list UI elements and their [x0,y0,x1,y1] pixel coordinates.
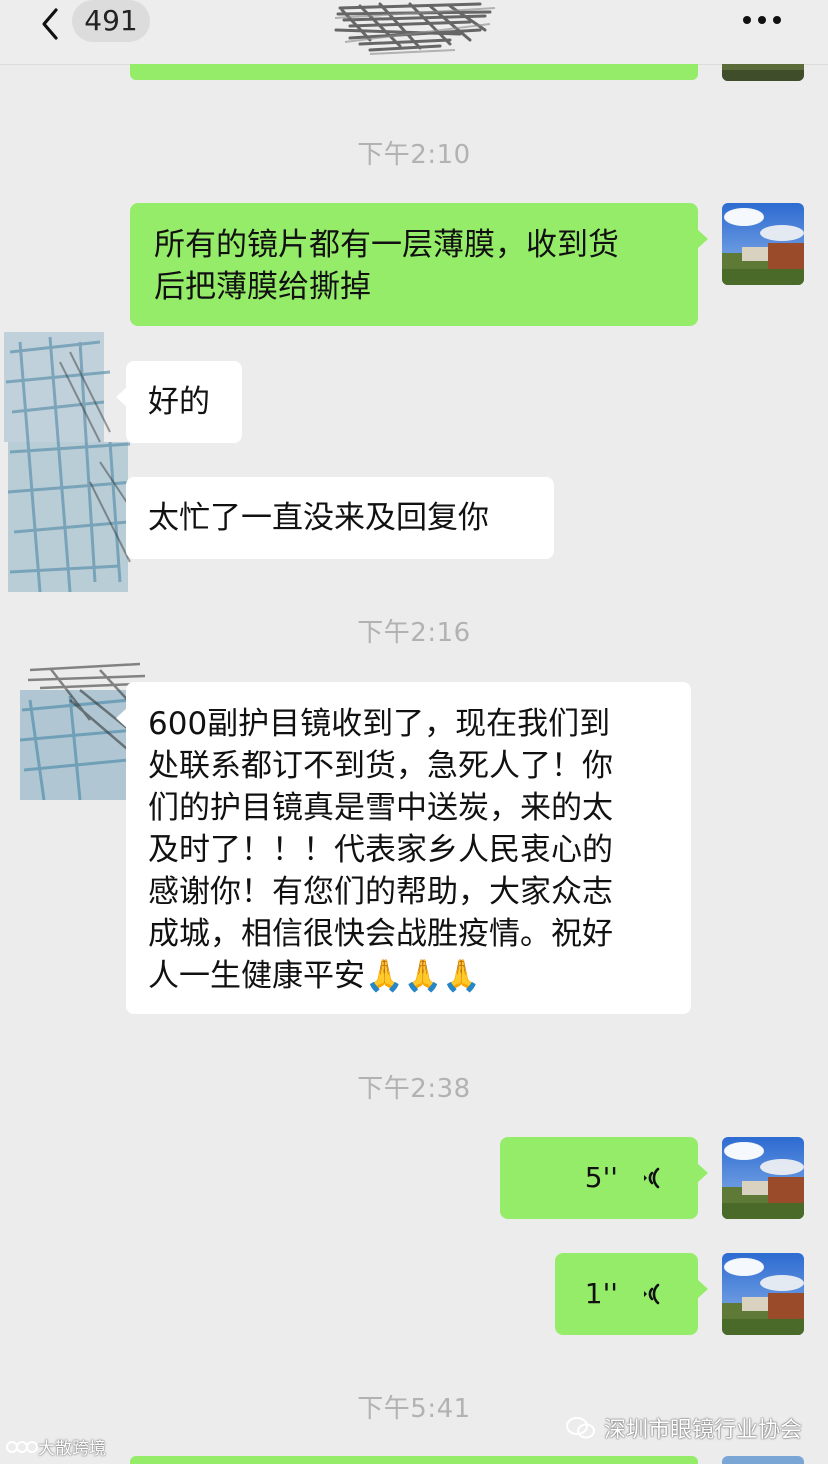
own-avatar-cut[interactable] [722,1456,804,1464]
watermark-left: 大散跨境 [6,1434,106,1459]
watermark-text: 深圳市眼镜行业协会 [603,1418,802,1443]
received-message-bubble[interactable]: 太忙了一直没来及回复你 [126,477,554,559]
received-message-bubble[interactable]: 好的 [116,361,242,443]
own-avatar-cut[interactable] [722,64,804,81]
message-text-line: 感谢你！有您们的帮助，大家众志 [148,874,613,910]
timestamp: 下午2:10 [357,140,471,170]
message-text-line: 后把薄膜给撕掉 [154,269,371,305]
wechat-logo-icon [565,1417,595,1439]
chevron-left-icon [42,8,58,40]
more-dots-icon [743,16,781,24]
voice-duration: 1'' [584,1277,618,1310]
message-text-line: 所有的镜片都有一层薄膜，收到货 [154,227,619,263]
back-button[interactable] [34,6,70,42]
next-sent-bubble-cut[interactable] [130,1456,698,1464]
message-text-line: 及时了！！！代表家乡人民衷心的 [148,832,613,868]
sent-message-bubble[interactable]: 所有的镜片都有一层薄膜，收到货 后把薄膜给撕掉 [130,203,708,326]
message-text-line: 人一生健康平安🙏🙏🙏 [148,955,669,997]
received-message-bubble[interactable]: 600副护目镜收到了，现在我们到 处联系都订不到货，急死人了！你 们的护目镜真是… [116,682,691,1014]
own-avatar[interactable] [722,1137,804,1219]
message-text: 太忙了一直没来及回复你 [148,500,489,536]
own-avatar[interactable] [722,203,804,285]
voice-message-bubble[interactable]: 1'' [555,1253,708,1335]
timestamp: 下午2:38 [357,1074,471,1104]
previous-sent-bubble-cut[interactable] [130,64,698,80]
voice-wave-icon [644,1283,660,1305]
watermark-text: 大散跨境 [38,1439,106,1459]
message-text-line: 们的护目镜真是雪中送炭，来的太 [148,790,613,826]
own-avatar[interactable] [722,1253,804,1335]
voice-duration: 5'' [584,1161,618,1194]
message-text-line: 处联系都订不到货，急死人了！你 [148,748,613,784]
unread-count-badge[interactable]: 491 [72,0,150,42]
more-button[interactable] [738,8,788,32]
message-text: 人一生健康平安 [148,958,365,994]
voice-message-bubble[interactable]: 5'' [500,1137,708,1219]
message-text-line: 600副护目镜收到了，现在我们到 [148,706,611,742]
timestamp: 下午2:16 [357,618,471,648]
chat-header: 491 [0,0,828,65]
watermark-logo-icon [6,1440,38,1453]
praying-hands-emoji: 🙏🙏🙏 [365,958,481,994]
message-text-line: 成城，相信很快会战胜疫情。祝好 [148,916,613,952]
watermark-right: 深圳市眼镜行业协会 [565,1412,802,1444]
redacted-title-scribble [334,2,496,55]
message-text: 好的 [148,384,210,420]
voice-wave-icon [644,1167,660,1189]
